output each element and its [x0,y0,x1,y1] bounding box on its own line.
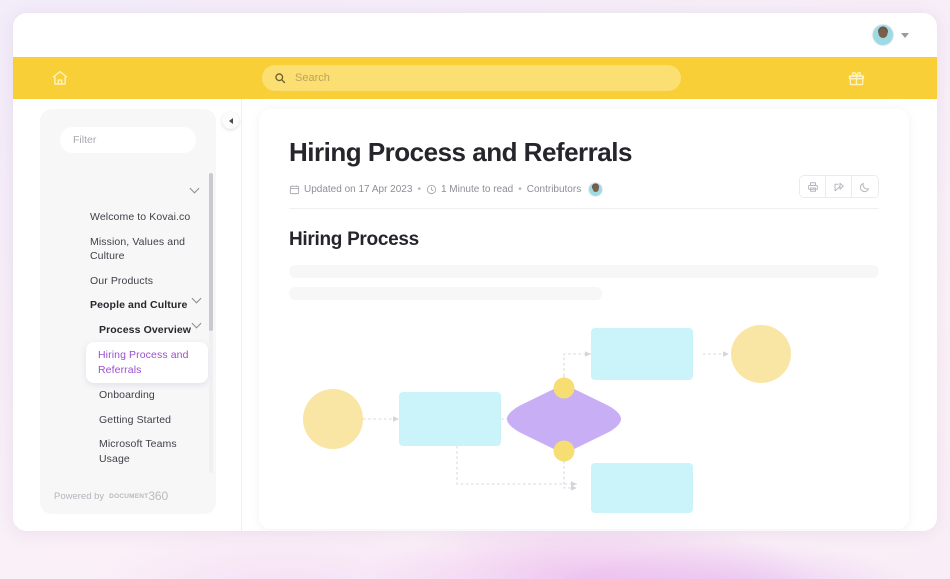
meta-separator: • [518,184,522,195]
flow-connector-dot-top[interactable] [553,377,575,399]
sidebar-item-label: Onboarding [99,389,155,401]
sidebar-item-label: Microsoft Teams Usage [99,438,177,465]
search-box[interactable] [262,65,681,91]
sidebar-item-microsoft-teams-usage[interactable]: Microsoft Teams Usage [40,432,216,471]
sidebar-group-toggle[interactable] [40,175,216,205]
search-icon [275,73,286,84]
contributors-label: Contributors [526,184,582,195]
sidebar-item-label: People and Culture [90,299,188,311]
share-button[interactable] [826,176,852,197]
sidebar-item-our-products[interactable]: Our Products [40,269,216,294]
flowchart [289,316,879,516]
sidebar-item-label: Process Overview [99,323,192,336]
read-time: 1 Minute to read [440,184,514,195]
sidebar-item-getting-started[interactable]: Getting Started [40,408,216,433]
filter-field[interactable] [60,127,196,153]
vertical-divider [241,99,242,531]
flow-node-step2[interactable] [591,328,693,380]
sidebar-item-label: Our Products [90,274,154,287]
chevron-left-icon [228,117,233,124]
logo-number: 360 [148,489,169,503]
flowchart-canvas [303,325,791,513]
article-region: Hiring Process and Referrals Updated on … [241,99,937,531]
top-bar [13,13,937,57]
sidebar-nav-list: Welcome to Kovai.co Mission, Values and … [40,205,216,471]
gift-icon[interactable] [848,70,865,87]
sidebar-item-process-overview[interactable]: Process Overview [40,318,216,343]
updated-date: Updated on 17 Apr 2023 [304,184,413,195]
sidebar-item-people-and-culture[interactable]: People and Culture [40,293,216,318]
flow-node-step1[interactable] [399,392,501,446]
main-content: Welcome to Kovai.co Mission, Values and … [13,99,937,531]
sidebar-scrollbar-thumb[interactable] [209,173,213,331]
search-input[interactable] [295,72,635,84]
flow-connector-dot-bottom[interactable] [553,440,575,462]
document360-logo: DOCUMENT360 [109,489,168,503]
sidebar-collapse-button[interactable] [222,112,239,129]
chevron-down-icon [189,183,200,194]
powered-by-label: Powered by [54,490,105,502]
flow-node-start[interactable] [303,389,363,449]
moon-icon [859,182,869,192]
sidebar-item-mission-values-culture[interactable]: Mission, Values and Culture [40,230,216,269]
sidebar: Welcome to Kovai.co Mission, Values and … [40,109,216,514]
flow-node-step3[interactable] [591,463,693,513]
sidebar-item-onboarding[interactable]: Onboarding [40,383,216,408]
section-title: Hiring Process [289,229,419,250]
sidebar-item-label: Hiring Process and Referrals [98,349,189,376]
flow-node-end[interactable] [731,325,791,383]
chevron-down-icon [191,318,202,328]
print-icon [807,181,818,192]
sidebar-item-label: Mission, Values and Culture [90,235,186,263]
filter-input[interactable] [73,134,183,146]
dark-mode-button[interactable] [852,176,878,197]
user-menu[interactable] [872,24,909,46]
article-meta-row: Updated on 17 Apr 2023 • 1 Minute to rea… [289,175,879,209]
chevron-down-icon [901,32,909,38]
calendar-icon [289,185,300,195]
placeholder-line [289,265,879,278]
home-icon[interactable] [51,69,69,87]
meta-separator: • [417,184,421,195]
brand-nav-bar [13,57,937,99]
contributor-avatar[interactable] [588,182,604,197]
sidebar-footer: Powered by DOCUMENT360 [40,478,216,514]
clock-icon [426,184,437,195]
print-button[interactable] [800,176,826,197]
article-card: Hiring Process and Referrals Updated on … [259,109,909,529]
sidebar-item-label: Welcome to Kovai.co [90,211,191,223]
sidebar-item-welcome-to-kovai[interactable]: Welcome to Kovai.co [40,205,216,230]
sidebar-item-label: Getting Started [99,413,172,426]
avatar [872,24,894,46]
chevron-down-icon [191,293,202,304]
share-icon [834,182,844,191]
placeholder-line [289,287,602,300]
article-action-group [799,175,879,198]
app-window: Welcome to Kovai.co Mission, Values and … [13,13,937,531]
logo-prefix: DOCUMENT [109,493,149,500]
sidebar-region: Welcome to Kovai.co Mission, Values and … [13,99,241,531]
sidebar-item-hiring-process-and-referrals[interactable]: Hiring Process and Referrals [86,342,208,383]
page-title: Hiring Process and Referrals [289,137,632,167]
